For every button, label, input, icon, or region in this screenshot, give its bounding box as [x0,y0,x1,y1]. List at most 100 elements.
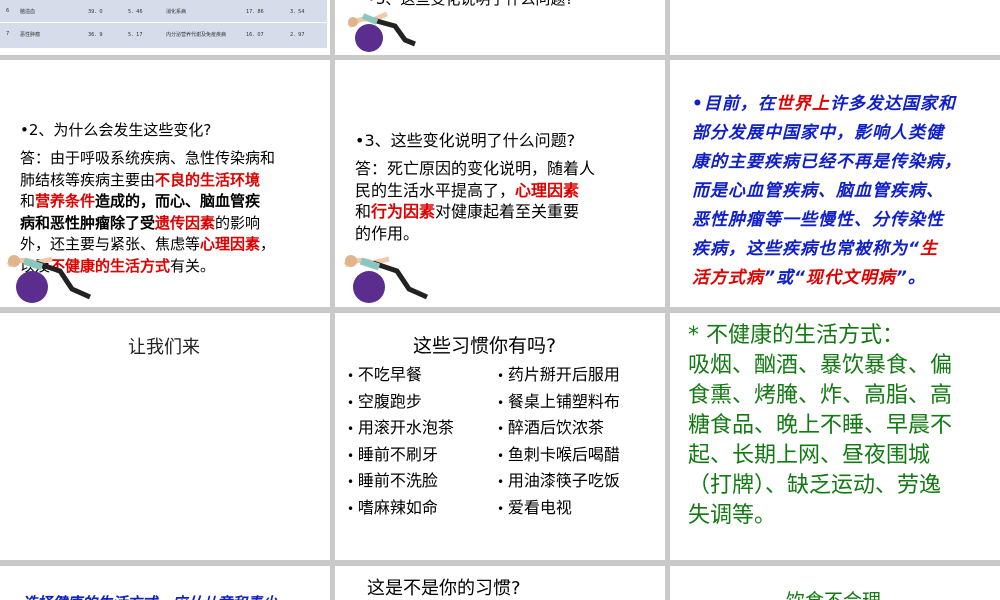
habit-label: 不吃早餐 [357,365,422,384]
text-line: 食熏、烤腌、炸、高脂、高 [688,383,953,408]
text-segment: 行为因素 [371,202,436,221]
text-line: 答：由于呼吸系统疾病、急性传染病和 [20,148,330,170]
bullet-icon: • [497,448,508,463]
text-segment: 而是心血管疾病、脑血管疾病、 [692,181,944,201]
habit-item: • 爱看电视 [497,494,572,518]
habit-item: • 用滚开水泡茶 [347,414,454,438]
text-segment: 的影响 [215,213,261,232]
slide-bottom-left[interactable]: 选择健康的生活方式，应从儿童和青少 [0,566,330,600]
text-segment: 世界上 [775,94,830,114]
bullet-icon: • [497,501,508,516]
habit-label: 醉酒后饮浓茶 [507,418,604,437]
bullet-icon: • [347,369,358,383]
text-segment: 病和恶性肿瘤除了受 [20,213,156,232]
text-segment: 营养条件 [35,192,96,210]
habit-label: 爱看电视 [507,497,572,517]
habit-item: • 餐桌上铺塑料布 [497,388,620,412]
bullet-icon: • [347,501,358,516]
text-segment: 心理因素 [200,235,261,253]
slide-question-2[interactable]: •2、为什么会发生这些变化? 答：由于呼吸系统疾病、急性传染病和 肺结核等疾病主要… [0,60,330,307]
table-cell: 17．86 [246,9,264,15]
text-line: * 不健康的生活方式： [688,323,904,348]
text-line: 部分发展中国家中，影响人类健 [692,119,997,148]
table-cell: 7 [6,31,10,37]
habit-label: 餐桌上铺塑料布 [507,391,620,411]
habit-item: • 嗜麻辣如命 [347,494,438,518]
habit-item: • 睡前不洗脸 [347,467,438,491]
table-cell: 5．46 [128,9,143,15]
lifestyle-disease-text: •目前，在世界上许多发达国家和部分发展中国家中，影响人类健 康的主要疾病已经不再是… [692,90,997,293]
text-segment: 造成的，而心、脑血管疾 [95,192,261,210]
text-segment: 部分发展中国家中，影响人类健 [692,123,944,143]
table-cell: 16．07 [246,32,264,38]
exercise-ball-figure-icon [343,255,429,303]
text-segment: 现代文明病 [805,268,896,288]
text-line: 活方式病”或“现代文明病”。 [692,264,997,293]
text-segment: •目前，在 [692,94,776,114]
text-line: 和行为因素对健康起着至关重要 [355,201,660,223]
table-cell: 2．97 [290,32,305,38]
mortality-table: 6 脑溢血 39．0 5．46 消化系病 17．86 3．54 7 恶性肿瘤 3… [0,0,327,48]
slide-let-us[interactable]: 让我们来 [0,313,330,560]
slide-bottom-middle[interactable]: 这是不是你的习惯? [335,566,665,600]
answer-text: 答：死亡原因的变化说明，随着人 民的生活水平提高了，心理因素 和行为因素对健康起着至… [355,158,660,244]
habit-item: • 醉酒后饮浓茶 [497,414,604,438]
habits-title: 这些习惯你有吗? [413,335,557,357]
text-segment: 有关。 [170,256,216,275]
habit-item: • 用油漆筷子吃饭 [497,467,620,491]
text-segment: 生 [919,239,938,259]
bullet-icon: • [347,395,358,410]
text-line: （打牌）、缺乏运动、劳逸 [688,473,942,498]
text-segment: ， [260,235,276,253]
bullet-icon: • [347,422,358,436]
text-segment: 对健康起着至关重要 [435,202,580,221]
slide-question-3[interactable]: •3、这些变化说明了什么问题? 答：死亡原因的变化说明，随着人 民的生活水平提高了… [335,60,665,307]
text-line: 吸烟、酗酒、暴饮暴食、偏 [688,353,953,378]
text-segment: 恶性肿瘤等一些慢性、分传染性 [692,210,944,230]
bullet-icon: • [497,475,508,489]
text-line: 民的生活水平提高了，心理因素 [355,180,660,202]
text-segment: 不良的生活环境 [155,170,261,189]
slide-top-right[interactable] [670,0,1000,55]
text-line: 失调等。 [688,503,777,528]
text-segment: 疾病，这些疾病也常被称为“ [692,239,920,259]
habit-label: 用油漆筷子吃饭 [507,471,620,490]
text-segment: 民的生活水平提高了， [355,180,516,200]
text-line: 康的主要疾病已经不再是传染病， [692,148,997,177]
text-segment: 肺结核等疾病主要由 [20,170,156,189]
table-row: 6 脑溢血 39．0 5．46 消化系病 17．86 3．54 [0,0,327,23]
table-cell: 3．54 [290,9,305,15]
question-text: •3、这些变化说明了什么问题? [367,0,573,10]
table-cell: 36．9 [88,32,103,38]
text-segment: 康的主要疾病已经不再是传染病， [692,152,962,172]
text-segment: ”或“ [764,268,806,288]
text-segment: 许多发达国家和 [829,94,956,114]
habit-label: 睡前不洗脸 [357,471,438,490]
text-line: 病和恶性肿瘤除了受遗传因素的影响 [20,213,330,235]
habit-label: 睡前不刷牙 [357,444,438,464]
text-segment: 遗传因素 [155,213,216,232]
slide-top-middle[interactable]: •3、这些变化说明了什么问题? [335,0,665,55]
slide-text: 这是不是你的习惯? [367,578,521,599]
habit-label: 用滚开水泡茶 [357,418,454,437]
slide-habits[interactable]: 这些习惯你有吗? • 不吃早餐 • 空腹跑步 • 用滚开水泡茶 • 睡前不刷牙 • 睡前… [335,313,665,560]
habit-label: 嗜麻辣如命 [357,497,438,517]
text-segment: 答：由于呼吸系统疾病、急性传染病和 [20,149,276,167]
habit-item: • 睡前不刷牙 [347,441,438,465]
question-title: •2、为什么会发生这些变化? [20,121,212,139]
habit-item: • 不吃早餐 [347,361,422,385]
habit-item: • 鱼刺卡喉后喝醋 [497,441,620,465]
habit-label: 鱼刺卡喉后喝醋 [507,444,620,464]
slide-table[interactable]: 6 脑溢血 39．0 5．46 消化系病 17．86 3．54 7 恶性肿瘤 3… [0,0,330,55]
text-line: •目前，在世界上许多发达国家和 [692,90,997,119]
text-line: 糖食品、晚上不睡、早晨不 [688,413,953,438]
habit-label: 药片掰开后服用 [507,365,620,384]
slide-unhealthy-lifestyle[interactable]: * 不健康的生活方式： 吸烟、酗酒、暴饮暴食、偏 食熏、烤腌、炸、高脂、高 糖食品、晚… [670,313,1000,560]
exercise-ball-figure-icon [6,255,92,303]
slide-lifestyle-disease[interactable]: •目前，在世界上许多发达国家和部分发展中国家中，影响人类健 康的主要疾病已经不再是… [670,60,1000,307]
table-cell: 消化系病 [166,9,187,15]
text-line: 起、长期上网、昼夜围城 [688,443,931,468]
table-row: 7 恶性肿瘤 36．9 5．17 内分泌营养代谢及免疫疾病 16．07 2．97 [0,23,327,45]
text-segment: ”。 [895,268,926,288]
slide-bottom-right[interactable]: 饮食不合理 [670,566,1000,600]
